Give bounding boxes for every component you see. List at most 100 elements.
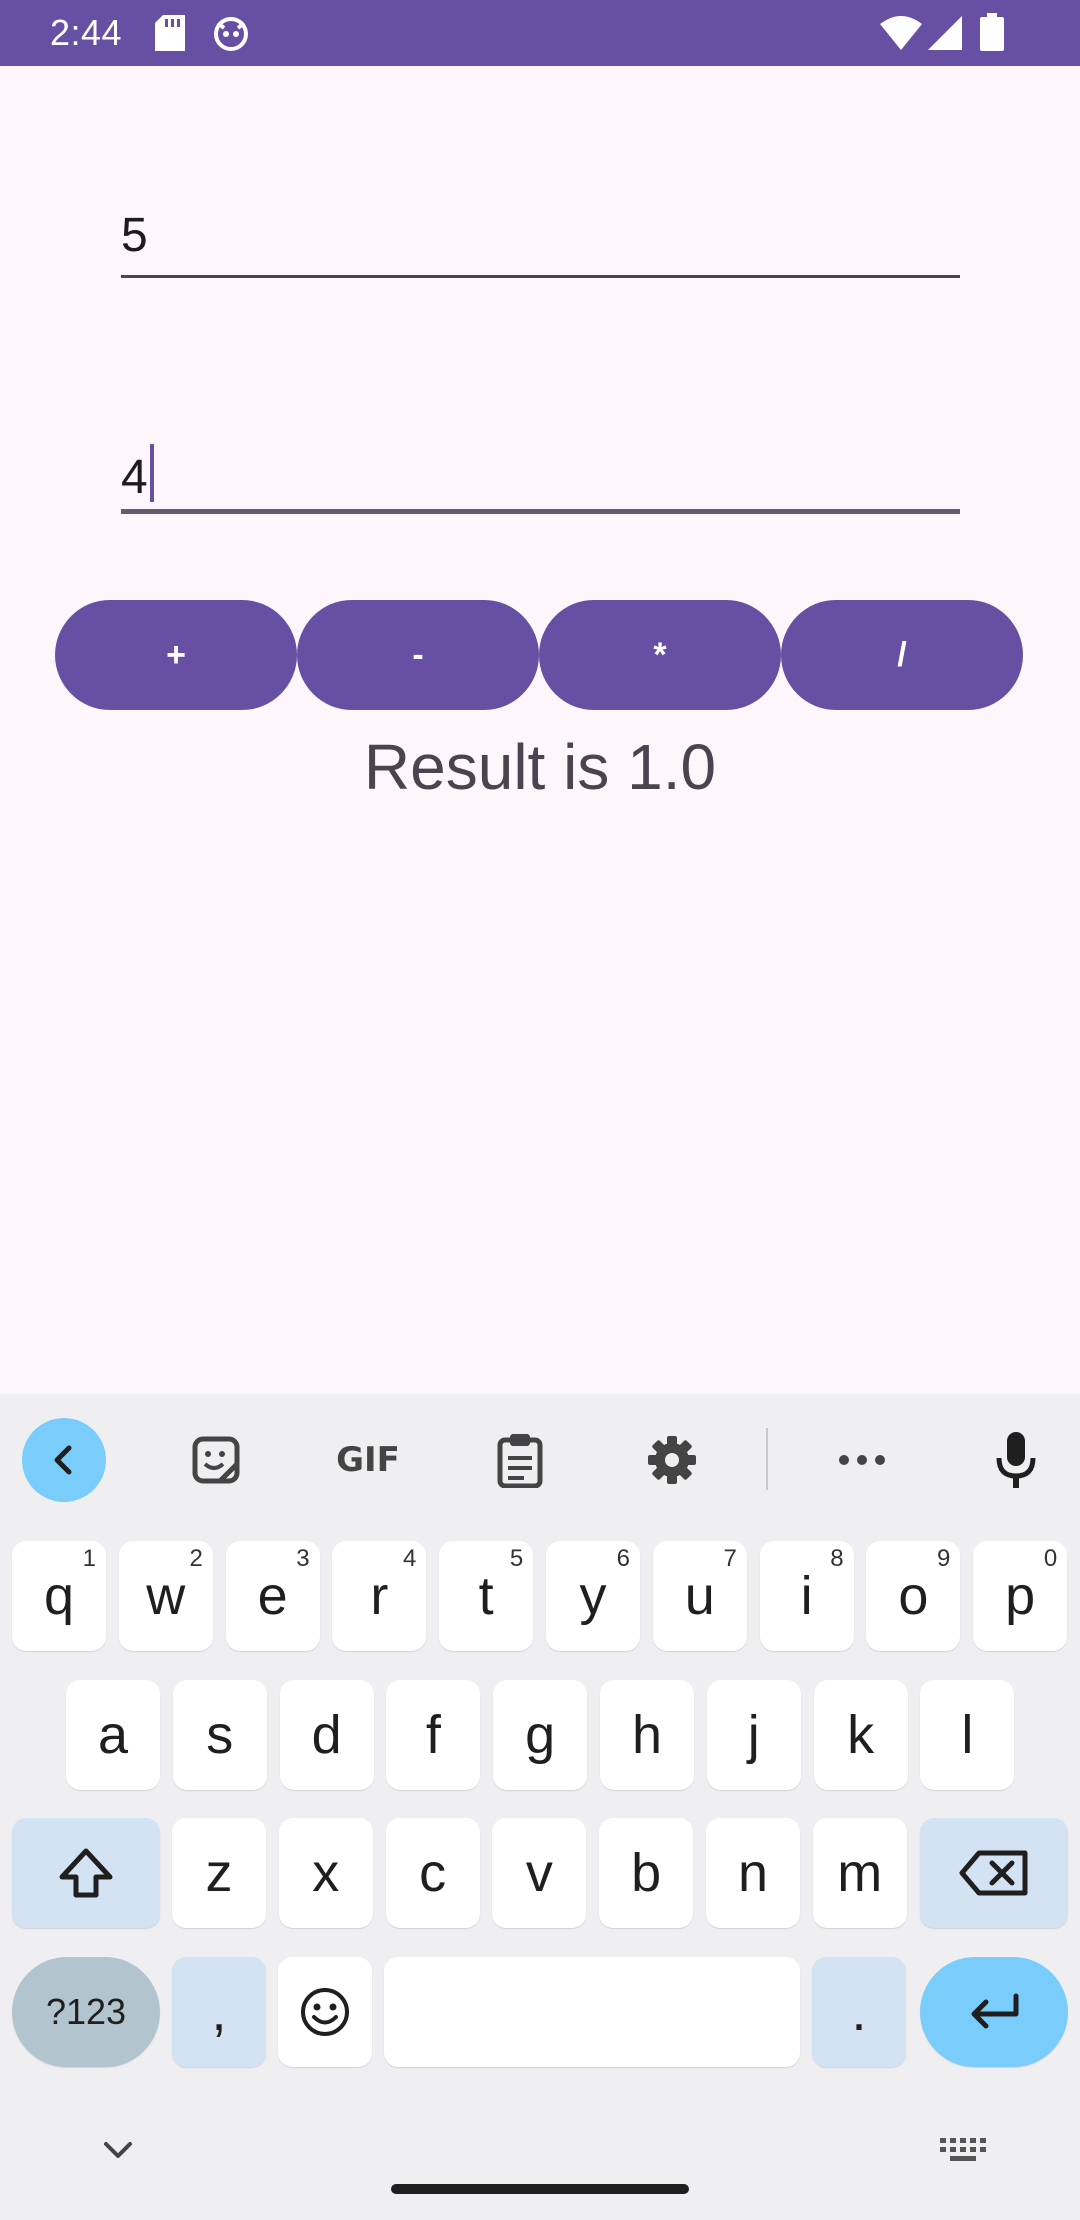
key-label: y xyxy=(579,1566,607,1626)
toolbar-divider xyxy=(766,1428,768,1490)
wifi-icon xyxy=(880,16,922,55)
second-number-underline xyxy=(121,509,960,514)
shift-key[interactable] xyxy=(12,1818,160,1928)
key-s[interactable]: s xyxy=(172,1680,267,1790)
mic-icon[interactable] xyxy=(974,1418,1058,1502)
more-icon[interactable] xyxy=(820,1418,904,1502)
home-gesture-handle[interactable] xyxy=(391,2184,689,2194)
keyboard-switch-icon[interactable] xyxy=(940,2138,986,2173)
battery-icon xyxy=(980,13,1004,56)
key-d[interactable]: d xyxy=(279,1680,374,1790)
key-hint: 5 xyxy=(509,1545,524,1572)
period-key[interactable]: . xyxy=(812,1957,906,2067)
backspace-key[interactable] xyxy=(920,1818,1068,1928)
key-hint: 6 xyxy=(616,1545,630,1572)
key-label: n xyxy=(737,1843,769,1903)
key-label: b xyxy=(631,1843,662,1903)
key-label: i xyxy=(800,1566,813,1626)
second-number-value: 4 xyxy=(121,451,148,504)
key-l[interactable]: l xyxy=(920,1680,1015,1790)
key-f[interactable]: f xyxy=(386,1680,481,1790)
key-label: r xyxy=(370,1566,389,1626)
key-g[interactable]: g xyxy=(493,1680,588,1790)
key-hint: 8 xyxy=(830,1545,844,1572)
key-hint: 2 xyxy=(189,1545,203,1572)
sticker-icon[interactable] xyxy=(174,1418,258,1502)
first-number-input[interactable]: 5 xyxy=(121,188,960,278)
key-z[interactable]: z xyxy=(172,1818,266,1928)
clipboard-icon[interactable] xyxy=(478,1418,562,1502)
key-label: g xyxy=(525,1705,556,1765)
key-label: v xyxy=(525,1843,553,1903)
hide-keyboard-icon[interactable] xyxy=(100,2138,136,2167)
settings-icon[interactable] xyxy=(630,1418,714,1502)
key-p[interactable]: p0 xyxy=(973,1541,1068,1651)
key-label: q xyxy=(43,1566,75,1626)
key-label: c xyxy=(419,1843,447,1903)
key-b[interactable]: b xyxy=(599,1818,694,1928)
key-q[interactable]: q1 xyxy=(12,1541,106,1651)
key-hint: 9 xyxy=(937,1545,951,1572)
key-hint: 4 xyxy=(403,1545,417,1572)
result-label: Result is 1.0 xyxy=(363,731,717,803)
second-number-input[interactable]: 4 xyxy=(121,424,960,514)
multiply-button[interactable]: * xyxy=(539,600,781,710)
space-key[interactable] xyxy=(384,1957,800,2067)
key-u[interactable]: u7 xyxy=(652,1541,747,1651)
key-label: j xyxy=(747,1705,760,1765)
symbols-key[interactable]: ?123 xyxy=(12,1957,160,2067)
key-a[interactable]: a xyxy=(66,1680,160,1790)
key-hint: 0 xyxy=(1043,1545,1058,1572)
key-w[interactable]: w2 xyxy=(118,1541,213,1651)
sd-card-icon xyxy=(155,15,185,56)
key-label: h xyxy=(631,1705,663,1765)
enter-key[interactable] xyxy=(920,1957,1068,2067)
back-icon[interactable] xyxy=(22,1418,106,1502)
soft-keyboard xyxy=(0,1394,1080,2220)
first-number-value: 5 xyxy=(121,209,148,262)
divide-button[interactable]: / xyxy=(781,600,1023,710)
key-label: z xyxy=(205,1843,233,1903)
key-label: k xyxy=(847,1705,875,1765)
key-label: t xyxy=(478,1566,494,1626)
key-t[interactable]: t5 xyxy=(439,1541,534,1651)
key-hint: 3 xyxy=(296,1545,310,1572)
key-label: s xyxy=(206,1705,234,1765)
key-label: l xyxy=(961,1705,974,1765)
status-bar: 2:44 xyxy=(0,0,1080,66)
key-k[interactable]: k xyxy=(813,1680,908,1790)
key-label: f xyxy=(425,1705,441,1765)
key-label: w xyxy=(146,1566,186,1626)
signal-icon xyxy=(928,16,962,55)
second-number-value-wrap: 4 xyxy=(121,444,154,506)
key-r[interactable]: r4 xyxy=(332,1541,427,1651)
emoji-key[interactable] xyxy=(278,1957,372,2067)
key-e[interactable]: e3 xyxy=(225,1541,320,1651)
key-label: d xyxy=(311,1705,342,1765)
text-cursor xyxy=(149,444,154,502)
key-label: p xyxy=(1005,1566,1036,1626)
key-m[interactable]: m xyxy=(812,1818,907,1928)
add-button[interactable]: + xyxy=(55,600,297,710)
gif-icon[interactable]: GIF xyxy=(326,1418,410,1502)
key-x[interactable]: x xyxy=(278,1818,373,1928)
key-label: u xyxy=(684,1566,715,1626)
cat-face-icon xyxy=(212,15,250,56)
key-label: e xyxy=(257,1566,288,1626)
first-number-underline xyxy=(121,275,960,278)
key-o[interactable]: o9 xyxy=(866,1541,961,1651)
key-label: a xyxy=(97,1705,129,1765)
key-y[interactable]: y6 xyxy=(546,1541,640,1651)
key-j[interactable]: j xyxy=(706,1680,801,1790)
comma-key[interactable]: , xyxy=(172,1957,266,2067)
key-hint: 7 xyxy=(723,1545,737,1572)
subtract-button[interactable]: - xyxy=(297,600,539,710)
key-v[interactable]: v xyxy=(492,1818,587,1928)
key-label: x xyxy=(312,1843,340,1903)
key-i[interactable]: i8 xyxy=(759,1541,854,1651)
key-h[interactable]: h xyxy=(600,1680,694,1790)
key-c[interactable]: c xyxy=(385,1818,480,1928)
key-label: m xyxy=(837,1843,883,1903)
key-n[interactable]: n xyxy=(706,1818,800,1928)
key-hint: 1 xyxy=(82,1545,96,1572)
